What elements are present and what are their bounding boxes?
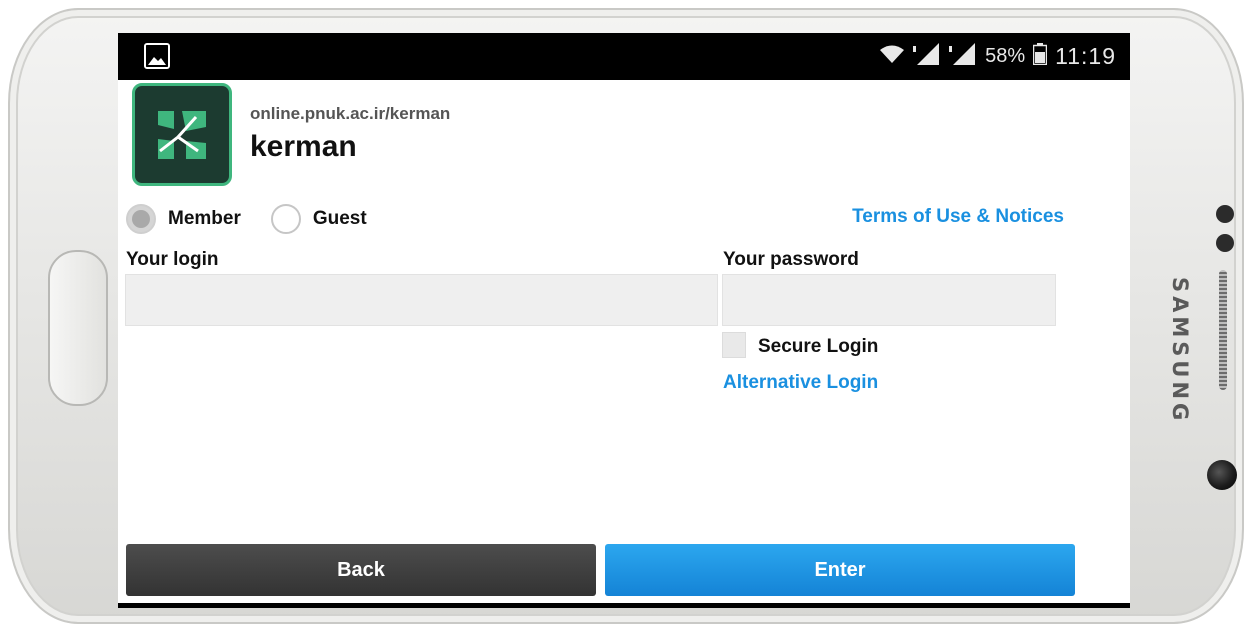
- signal-icon-2: [949, 42, 977, 72]
- status-indicators: 58% 11:19: [879, 33, 1116, 80]
- clock: 11:19: [1055, 43, 1116, 69]
- front-camera: [1207, 460, 1237, 490]
- device-screen: 58% 11:19 online.pnuk.ac.ir/kerman kerma…: [118, 33, 1130, 608]
- login-label: Your login: [126, 249, 219, 270]
- guest-radio[interactable]: [270, 204, 301, 234]
- gallery-notification-icon: [144, 43, 170, 69]
- terms-link[interactable]: Terms of Use & Notices: [852, 206, 1064, 228]
- enter-button[interactable]: Enter: [605, 544, 1075, 596]
- secure-login-checkbox[interactable]: [722, 332, 746, 358]
- login-type-radio-group: Member Guest: [126, 204, 397, 234]
- alternative-login-link[interactable]: Alternative Login: [723, 372, 878, 394]
- front-camera-dot: [1216, 234, 1234, 252]
- secure-login-label[interactable]: Secure Login: [758, 336, 878, 358]
- proximity-sensor: [1216, 205, 1234, 223]
- brand-logo: SAMSUNG: [1168, 277, 1192, 425]
- guest-label[interactable]: Guest: [313, 208, 367, 230]
- room-name: kerman: [250, 130, 357, 163]
- battery-percent: 58%: [985, 45, 1026, 67]
- member-radio[interactable]: [126, 204, 156, 234]
- password-input[interactable]: [722, 274, 1056, 326]
- battery-icon: [1032, 42, 1048, 71]
- signal-icon: [913, 42, 941, 72]
- navigation-strip: [118, 603, 1130, 608]
- earpiece-speaker: [1219, 270, 1227, 390]
- adobe-connect-app-icon: [132, 83, 232, 186]
- back-button[interactable]: Back: [126, 544, 596, 596]
- wifi-icon: [879, 44, 905, 70]
- room-url: online.pnuk.ac.ir/kerman: [250, 104, 451, 123]
- status-bar: 58% 11:19: [118, 33, 1130, 80]
- password-label: Your password: [723, 249, 859, 270]
- member-label[interactable]: Member: [168, 208, 241, 230]
- login-input[interactable]: [125, 274, 718, 326]
- home-button[interactable]: [48, 250, 108, 406]
